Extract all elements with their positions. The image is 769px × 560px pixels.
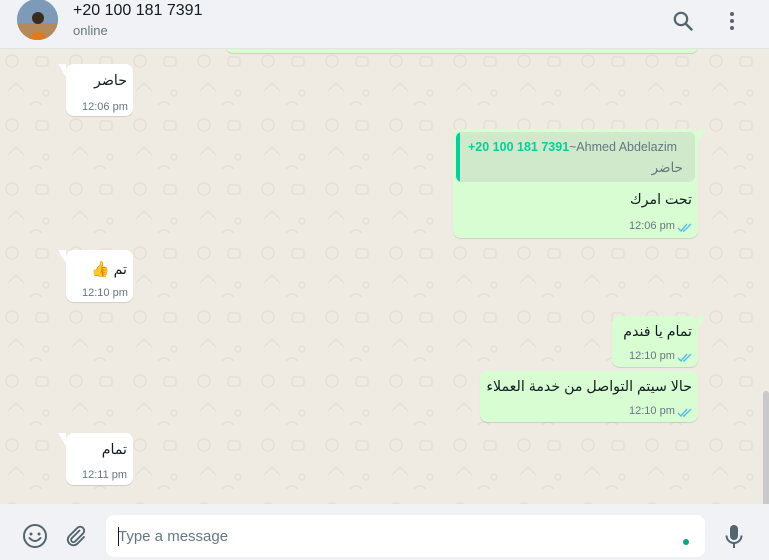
scrollbar-thumb[interactable] <box>763 391 769 504</box>
message-bubble-outgoing[interactable]: تمام يا فندم 12:10 pm <box>612 316 706 367</box>
message-bubble-incoming[interactable]: تم 👍 12:10 pm <box>58 250 133 302</box>
message-bubble-incoming[interactable]: تمام 12:11 pm <box>58 433 133 485</box>
read-receipt-icon <box>677 408 692 418</box>
message-composer <box>0 504 769 560</box>
bubble-tail <box>58 64 66 77</box>
message-time: 12:10 pm <box>629 405 675 417</box>
bubble-tail <box>698 316 706 329</box>
bubble-tail <box>58 433 66 446</box>
message-text-label: تم <box>113 262 127 278</box>
emoji-icon[interactable] <box>22 523 48 549</box>
message-bubble-incoming[interactable]: حاضر 12:06 pm <box>58 64 133 116</box>
message-list[interactable]: حاضر 12:06 pm +20 100 181 7391 ~Ahmed Ab… <box>0 49 769 504</box>
message-text: تمام يا فندم <box>623 324 692 340</box>
bubble-tail <box>58 250 66 263</box>
message-time: 12:06 pm <box>629 220 675 232</box>
mic-icon[interactable] <box>724 524 744 550</box>
read-receipt-icon <box>677 353 692 363</box>
message-time: 12:10 pm <box>82 287 128 299</box>
chat-header: +20 100 181 7391 online <box>0 0 769 49</box>
menu-icon[interactable] <box>720 9 744 33</box>
message-time: 12:10 pm <box>629 350 675 362</box>
attach-icon[interactable] <box>64 524 88 548</box>
message-bubble-outgoing[interactable]: حالا سيتم التواصل من خدمة العملاء 12:10 … <box>480 371 698 422</box>
bubble-tail <box>698 129 706 142</box>
message-time: 12:11 pm <box>82 469 128 481</box>
message-text: حاضر <box>94 73 127 89</box>
message-text: حالا سيتم التواصل من خدمة العملاء <box>486 379 692 395</box>
contact-avatar[interactable] <box>17 0 58 40</box>
thumbs-up-emoji: 👍 <box>90 261 110 278</box>
message-text: تحت امرك <box>629 192 692 208</box>
message-input[interactable] <box>118 515 678 557</box>
contact-status: online <box>73 23 108 38</box>
search-icon[interactable] <box>671 9 695 33</box>
input-indicator-dot <box>683 539 689 545</box>
message-input-box[interactable] <box>106 515 705 557</box>
quote-sender-name: ~Ahmed Abdelazim <box>569 140 678 154</box>
message-time: 12:06 pm <box>82 101 128 113</box>
text-caret <box>118 527 119 546</box>
message-bubble-partial <box>226 49 698 53</box>
message-text: تم 👍 <box>91 260 127 278</box>
quote-text: حاضر <box>651 160 683 175</box>
message-text: تمام <box>101 442 127 458</box>
avatar-image <box>17 0 58 40</box>
quoted-message[interactable]: +20 100 181 7391 ~Ahmed Abdelazim حاضر <box>456 132 695 182</box>
quote-accent-bar <box>456 132 460 182</box>
contact-name[interactable]: +20 100 181 7391 <box>73 2 202 20</box>
quote-sender-number: +20 100 181 7391 <box>468 140 570 154</box>
read-receipt-icon <box>677 223 692 233</box>
message-bubble-outgoing[interactable]: +20 100 181 7391 ~Ahmed Abdelazim حاضر ت… <box>453 129 706 238</box>
